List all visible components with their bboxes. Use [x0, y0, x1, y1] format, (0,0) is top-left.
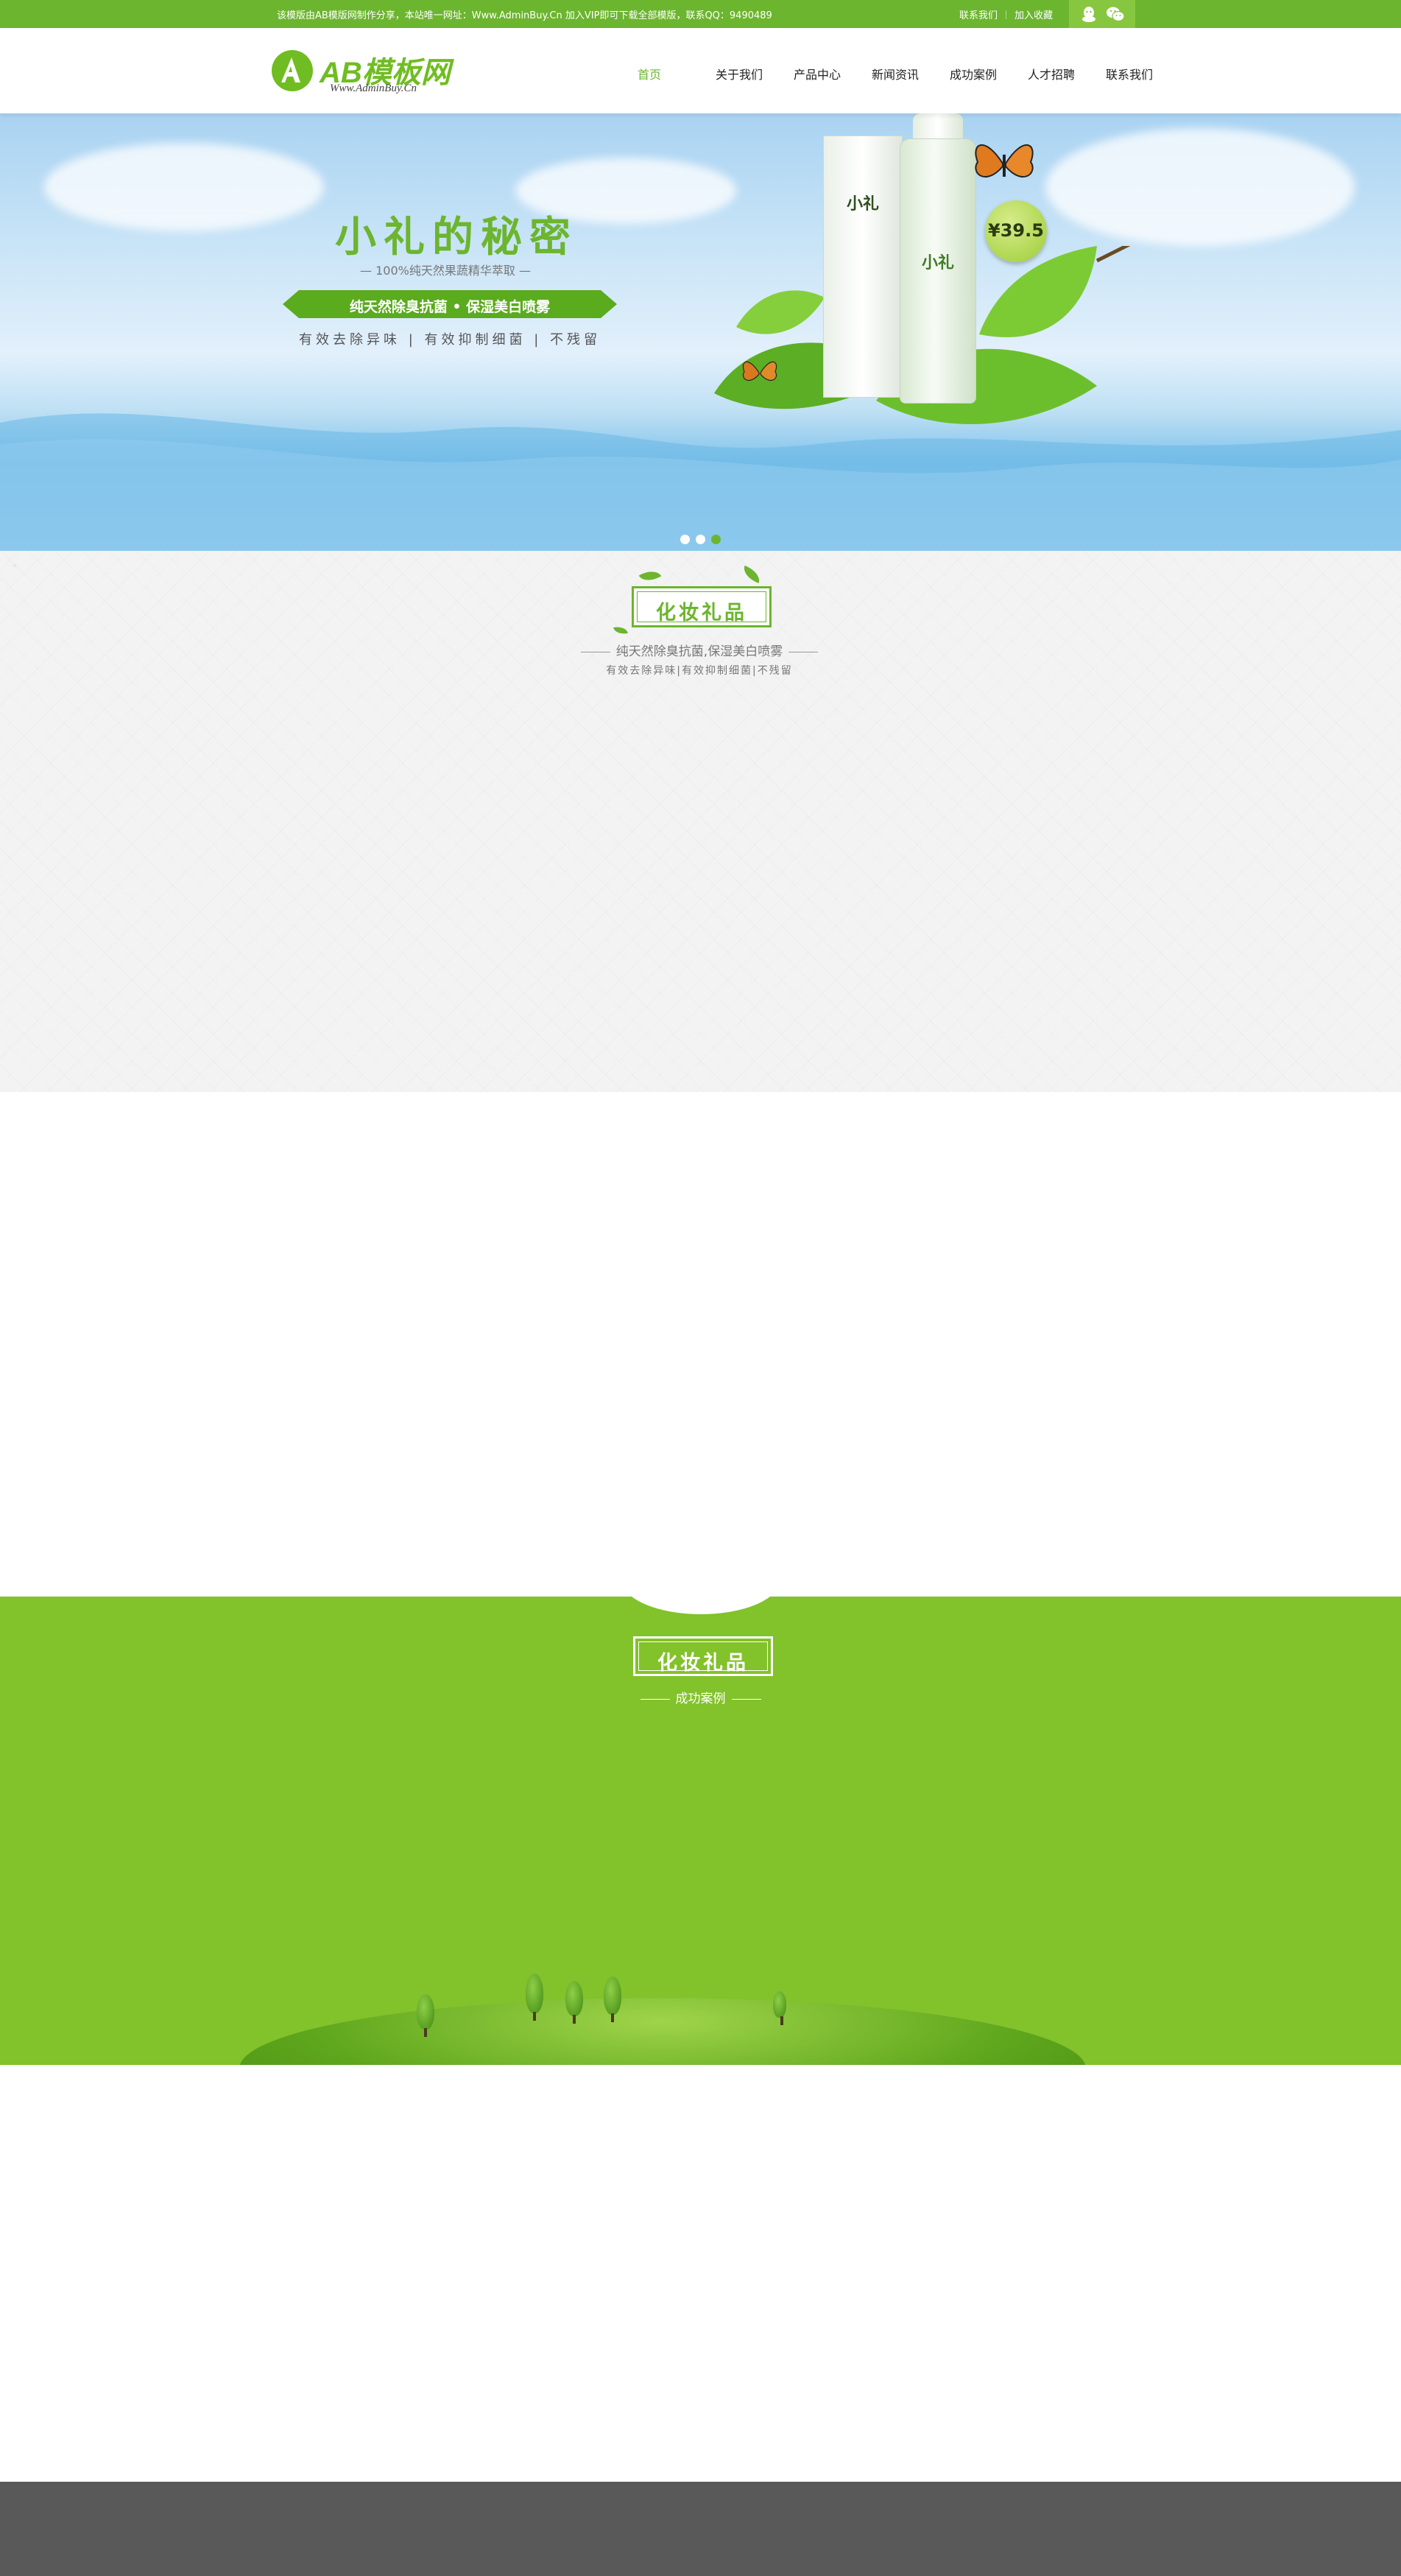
slider-dot-2[interactable]: [696, 535, 705, 544]
product-box: 小礼: [823, 136, 903, 398]
banner-subtitle: — 100%纯天然果蔬精华萃取 —: [360, 264, 531, 278]
section-desc: 有效去除异味|有效抑制细菌|不残留: [606, 665, 793, 677]
product-bottle-label: 小礼: [921, 254, 954, 272]
tree: [773, 1991, 786, 2025]
slider-dot-3[interactable]: [711, 535, 721, 544]
nav-item-home[interactable]: 首页: [638, 65, 716, 82]
site-header: AB模板网 Www.AdminBuy.Cn 首页 关于我们 产品中心 新闻资讯 …: [0, 28, 1401, 113]
section-notch: [622, 1597, 780, 1614]
top-bar: 该模版由AB模版网制作分享，本站唯一网址：Www.AdminBuy.Cn 加入V…: [0, 0, 1401, 28]
add-favorite-link[interactable]: 加入收藏: [1014, 10, 1053, 21]
hero-banner[interactable]: 小礼的秘密 — 100%纯天然果蔬精华萃取 — 纯天然除臭抗菌 • 保湿美白喷雾…: [0, 113, 1401, 551]
leaf-decoration: [741, 566, 763, 583]
banner-ribbon: 纯天然除臭抗菌 • 保湿美白喷雾: [283, 290, 617, 318]
social-icons: [1069, 0, 1135, 28]
cloud: [1045, 128, 1355, 246]
cases-section: 化妆礼品 成功案例: [0, 1597, 1401, 2065]
nav-item-jobs[interactable]: 人才招聘: [1028, 65, 1106, 82]
slider-dots: [680, 535, 721, 544]
nav-item-about[interactable]: 关于我们: [716, 65, 794, 82]
nav-item-cases[interactable]: 成功案例: [950, 65, 1028, 82]
slider-dot-1[interactable]: [680, 535, 690, 544]
price-text: ¥39.5: [988, 220, 1044, 241]
tree: [417, 1994, 434, 2037]
product-box-label: 小礼: [846, 195, 879, 214]
nav-item-contact[interactable]: 联系我们: [1106, 65, 1153, 82]
top-notice: 该模版由AB模版网制作分享，本站唯一网址：Www.AdminBuy.Cn 加入V…: [277, 10, 772, 21]
lower-content-area: [0, 2065, 1401, 2482]
banner-tagline: 有效去除异味 | 有效抑制细菌 | 不残留: [298, 332, 601, 348]
tree: [565, 1981, 583, 2024]
nav-item-news[interactable]: 新闻资讯: [872, 65, 950, 82]
contact-us-link[interactable]: 联系我们: [959, 10, 998, 21]
small-butterfly-icon: [743, 361, 777, 381]
divider: [731, 1698, 761, 1700]
section-subtitle: 纯天然除臭抗菌,保湿美白喷雾: [574, 641, 825, 659]
butterfly-icon: [975, 144, 1034, 178]
price-badge: ¥39.5: [985, 200, 1047, 262]
products-section: 化妆礼品 纯天然除臭抗菌,保湿美白喷雾 有效去除异味|有效抑制细菌|不残留: [0, 551, 1401, 1092]
content-area: [0, 1092, 1401, 1597]
top-links: 联系我们 加入收藏: [959, 7, 1053, 21]
logo-url: Www.AdminBuy.Cn: [330, 82, 417, 94]
logo-mark-icon: [272, 50, 313, 91]
section-subtitle-text: 纯天然除臭抗菌,保湿美白喷雾: [615, 644, 783, 659]
cases-subtitle-text: 成功案例: [675, 1692, 726, 1706]
banner-ribbon-text: 纯天然除臭抗菌 • 保湿美白喷雾: [349, 299, 551, 315]
tree: [526, 1974, 543, 2021]
leaf-decoration: [638, 566, 662, 586]
product-bottle: 小礼: [900, 138, 976, 404]
cloud: [44, 143, 324, 231]
main-nav: 首页 关于我们 产品中心 新闻资讯 成功案例 人才招聘 联系我们: [638, 65, 1153, 82]
section-badge: 化妆礼品: [632, 586, 772, 627]
grass-hill: [239, 1998, 1086, 2065]
cases-badge-text: 化妆礼品: [657, 1652, 749, 1675]
banner-title: 小礼的秘密: [335, 214, 578, 261]
nav-item-products[interactable]: 产品中心: [794, 65, 872, 82]
wechat-icon[interactable]: [1106, 5, 1125, 23]
leaf-decoration: [613, 624, 628, 636]
site-footer: [0, 2482, 1401, 2576]
cases-subtitle: 成功案例: [589, 1688, 812, 1706]
section-badge-text: 化妆礼品: [656, 602, 747, 624]
cases-badge: 化妆礼品: [633, 1636, 773, 1676]
qq-icon[interactable]: [1079, 5, 1098, 23]
divider: [640, 1698, 670, 1700]
tree: [604, 1977, 621, 2022]
site-logo[interactable]: AB模板网 Www.AdminBuy.Cn: [271, 49, 455, 96]
